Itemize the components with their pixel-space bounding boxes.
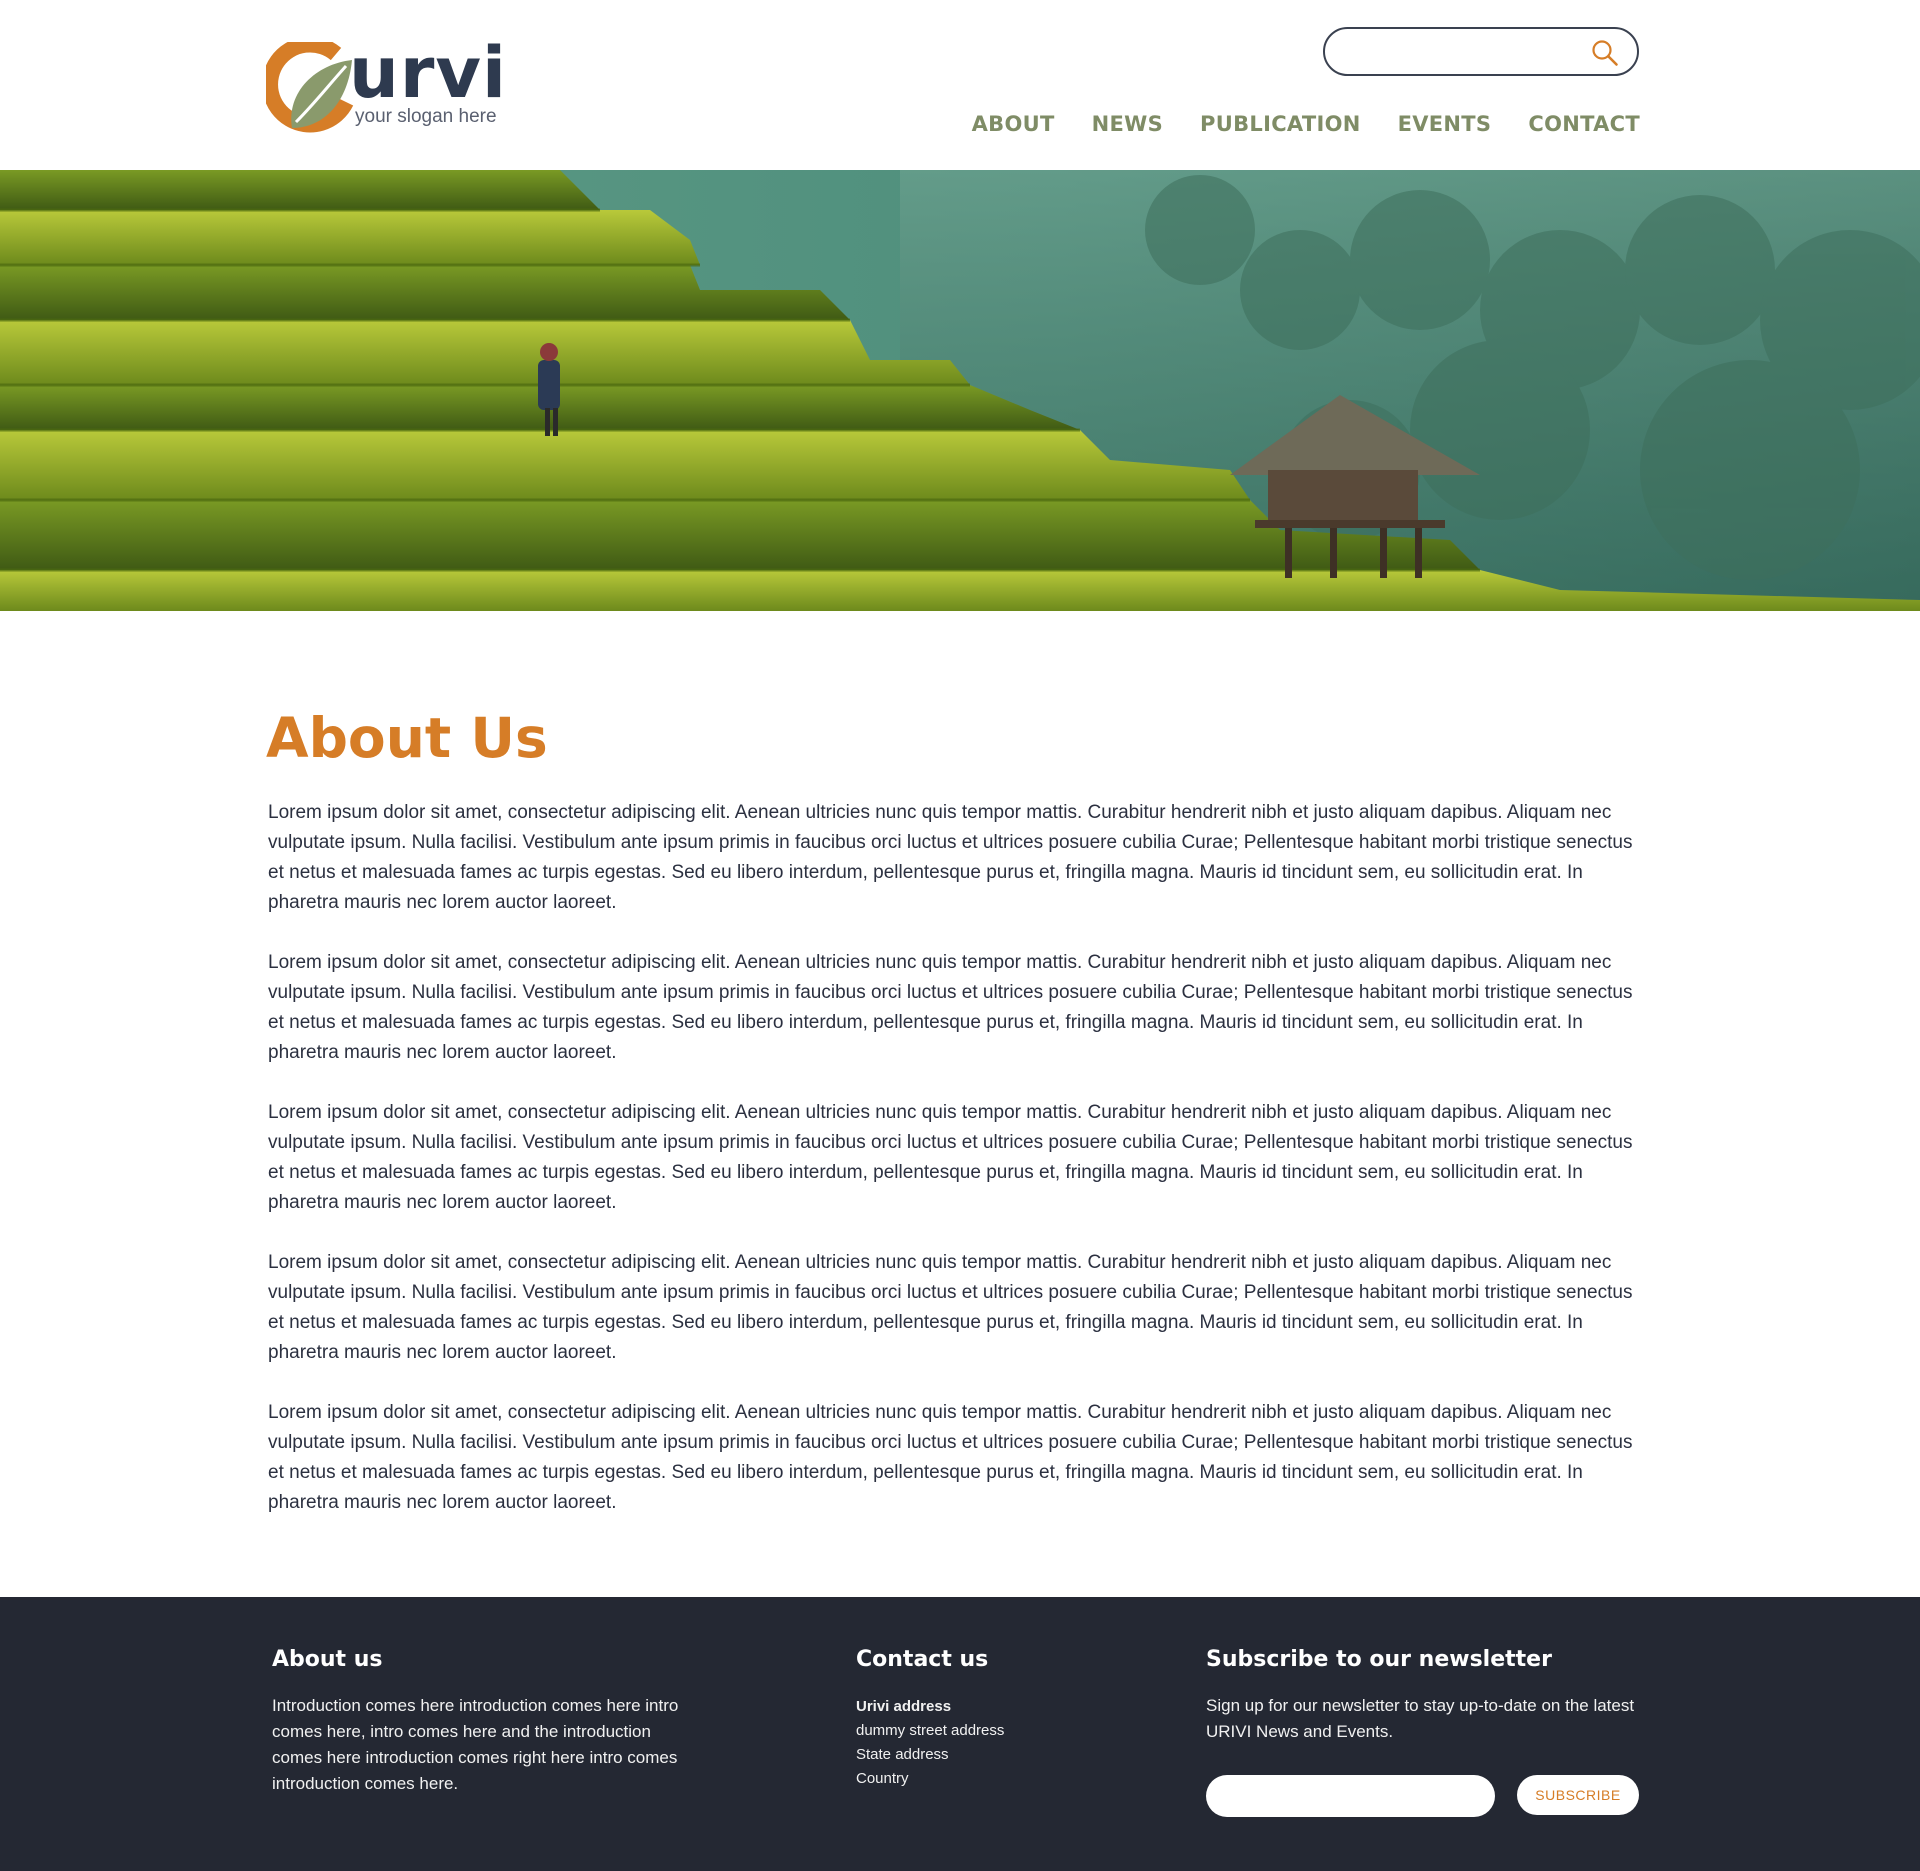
logo[interactable]: urvi your slogan here [266, 34, 506, 138]
footer-contact-title: Contact us [856, 1647, 989, 1672]
search-box[interactable] [1323, 27, 1639, 76]
rice-terrace-illustration [0, 170, 1920, 611]
nav-events[interactable]: EVENTS [1398, 112, 1492, 136]
search-icon[interactable] [1591, 39, 1619, 67]
about-paragraph: Lorem ipsum dolor sit amet, consectetur … [268, 1252, 1633, 1363]
nav-news[interactable]: NEWS [1092, 112, 1163, 136]
site-footer: About us Introduction comes here introdu… [0, 1597, 1920, 1871]
newsletter-title: Subscribe to our newsletter [1206, 1647, 1552, 1672]
search-input[interactable] [1343, 37, 1583, 67]
newsletter-email-input[interactable] [1206, 1775, 1495, 1817]
about-paragraph: Lorem ipsum dolor sit amet, consectetur … [268, 802, 1633, 913]
footer-about-title: About us [272, 1647, 383, 1672]
newsletter-form: SUBSCRIBE [1206, 1775, 1646, 1817]
footer-newsletter: Subscribe to our newsletter Sign up for … [1206, 1645, 1646, 1817]
page-title: About Us [266, 706, 548, 770]
contact-line: Urivi address [856, 1698, 952, 1715]
subscribe-button[interactable]: SUBSCRIBE [1517, 1775, 1639, 1815]
nav-contact[interactable]: CONTACT [1528, 112, 1640, 136]
contact-line: State address [856, 1746, 949, 1763]
contact-line: dummy street address [856, 1722, 1005, 1739]
contact-line: Country [856, 1770, 909, 1787]
main-content: About Us Lorem ipsum dolor sit amet, con… [266, 700, 1640, 1518]
main-nav: ABOUT NEWS PUBLICATION EVENTS CONTACT [935, 112, 1640, 136]
nav-publication[interactable]: PUBLICATION [1200, 112, 1361, 136]
newsletter-text: Sign up for our newsletter to stay up-to… [1206, 1696, 1635, 1741]
logo-leaf-icon [266, 42, 354, 133]
footer-about: About us Introduction comes here introdu… [272, 1645, 682, 1797]
about-paragraph: Lorem ipsum dolor sit amet, consectetur … [268, 1102, 1633, 1213]
about-paragraph: Lorem ipsum dolor sit amet, consectetur … [268, 1402, 1633, 1513]
footer-about-text: Introduction comes here introduction com… [272, 1696, 679, 1793]
site-header: urvi your slogan here ABOUT NEWS PUBLICA… [0, 0, 1920, 170]
contact-address: Urivi address dummy street address State… [856, 1695, 1116, 1791]
footer-contact: Contact us Urivi address dummy street ad… [856, 1645, 1116, 1791]
logo-wordmark: urvi [349, 32, 507, 114]
about-paragraph: Lorem ipsum dolor sit amet, consectetur … [268, 952, 1633, 1063]
logo-slogan: your slogan here [355, 106, 497, 127]
hero-image [0, 170, 1920, 611]
nav-about[interactable]: ABOUT [972, 112, 1055, 136]
